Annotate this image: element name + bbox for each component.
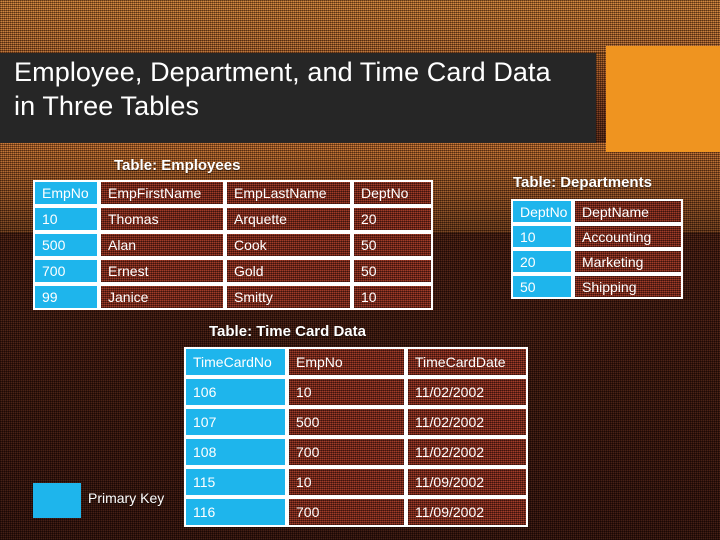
timecard-table-body: TimeCardNo EmpNo TimeCardDate 106 10 11/02/20… [184,347,528,527]
column-header: TimeCardDate [406,347,528,377]
table-cell: 700 [287,437,406,467]
column-header: DeptNo [352,180,433,206]
table-cell: 11/02/2002 [406,407,528,437]
column-header: TimeCardNo [184,347,287,377]
employees-table-caption: Table: Employees [114,157,241,174]
table-cell: 11/02/2002 [406,437,528,467]
table-cell: Gold [225,258,352,284]
departments-table-body: DeptNo DeptName 10 Accounting 20 Marketing 50 S… [511,199,683,299]
primary-key-cell: 500 [33,232,99,258]
primary-key-cell: 115 [184,467,287,497]
primary-key-legend-swatch [33,483,81,518]
table-cell: 11/09/2002 [406,467,528,497]
primary-key-cell: 99 [33,284,99,310]
primary-key-cell: 116 [184,497,287,527]
column-header: DeptNo [511,199,573,224]
primary-key-cell: 108 [184,437,287,467]
table-cell: Accounting [573,224,683,249]
employees-table: EmpNo EmpFirstName EmpLastName DeptNo 10 Thom… [33,180,433,310]
table-cell: Marketing [573,249,683,274]
column-header: EmpNo [33,180,99,206]
primary-key-legend-label: Primary Key [88,490,165,506]
primary-key-cell: 10 [33,206,99,232]
timecard-table: TimeCardNo EmpNo TimeCardDate 106 10 11/02/20… [184,347,528,527]
table-cell: 10 [352,284,433,310]
employees-table-body: EmpNo EmpFirstName EmpLastName DeptNo 10 Thom… [33,180,433,310]
table-cell: Alan [99,232,225,258]
table-cell: 11/09/2002 [406,497,528,527]
table-row: 106 10 11/02/2002 [184,377,528,407]
primary-key-cell: 20 [511,249,573,274]
accent-block [606,46,720,152]
primary-key-cell: 10 [511,224,573,249]
table-row: 116 700 11/09/2002 [184,497,528,527]
table-row: 700 Ernest Gold 50 [33,258,433,284]
table-cell: Smitty [225,284,352,310]
table-row: 108 700 11/02/2002 [184,437,528,467]
column-header: EmpFirstName [99,180,225,206]
slide-canvas: Employee, Department, and Time Card Data… [0,0,720,540]
table-cell: 10 [287,377,406,407]
primary-key-cell: 106 [184,377,287,407]
column-header: EmpNo [287,347,406,377]
table-row: 10 Thomas Arquette 20 [33,206,433,232]
table-cell: 10 [287,467,406,497]
table-header-row: EmpNo EmpFirstName EmpLastName DeptNo [33,180,433,206]
table-row: 115 10 11/09/2002 [184,467,528,497]
table-cell: Arquette [225,206,352,232]
table-cell: 20 [352,206,433,232]
table-row: 99 Janice Smitty 10 [33,284,433,310]
table-cell: Janice [99,284,225,310]
table-row: 20 Marketing [511,249,683,274]
table-cell: Ernest [99,258,225,284]
table-cell: 700 [287,497,406,527]
table-cell: 11/02/2002 [406,377,528,407]
table-row: 107 500 11/02/2002 [184,407,528,437]
table-header-row: DeptNo DeptName [511,199,683,224]
table-cell: 500 [287,407,406,437]
primary-key-cell: 700 [33,258,99,284]
table-row: 500 Alan Cook 50 [33,232,433,258]
timecard-table-caption: Table: Time Card Data [209,323,366,340]
departments-table-caption: Table: Departments [513,174,652,191]
table-cell: 50 [352,232,433,258]
table-cell: Cook [225,232,352,258]
table-row: 10 Accounting [511,224,683,249]
primary-key-cell: 50 [511,274,573,299]
table-cell: Thomas [99,206,225,232]
table-cell: Shipping [573,274,683,299]
table-header-row: TimeCardNo EmpNo TimeCardDate [184,347,528,377]
column-header: EmpLastName [225,180,352,206]
column-header: DeptName [573,199,683,224]
departments-table: DeptNo DeptName 10 Accounting 20 Marketing 50 S… [511,199,683,299]
table-cell: 50 [352,258,433,284]
table-row: 50 Shipping [511,274,683,299]
page-title: Employee, Department, and Time Card Data… [14,57,551,121]
primary-key-cell: 107 [184,407,287,437]
